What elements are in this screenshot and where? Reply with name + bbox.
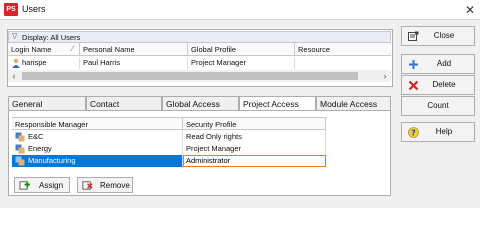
security-profile-cell: Read Only rights	[183, 131, 326, 143]
delete-label: Delete	[432, 80, 456, 89]
add-label: Add	[436, 59, 452, 68]
access-grid-header: Responsible Manager Security Profile	[12, 117, 326, 131]
scroll-right-icon[interactable]: ›	[379, 70, 391, 82]
tab-project-access[interactable]: Project Access	[239, 96, 316, 111]
security-profile-cell[interactable]: Administrator	[183, 155, 326, 167]
manager-cell: Energy	[12, 143, 183, 155]
security-profile-cell: Project Manager	[183, 143, 326, 155]
tab-module-access[interactable]: Module Access	[316, 96, 391, 110]
manager-name: E&C	[28, 132, 44, 141]
tab-contact[interactable]: Contact	[86, 96, 162, 110]
column-header-responsible-manager[interactable]: Responsible Manager	[12, 118, 183, 131]
column-header-resource[interactable]: Resource	[295, 43, 391, 56]
users-grid-header: Login Name ∕ Personal Name Global Profil…	[8, 43, 391, 56]
table-row[interactable]: harispe Paul Harris Project Manager	[8, 57, 391, 69]
assign-icon	[19, 181, 30, 190]
app-logo-icon: PS	[4, 3, 18, 16]
table-row[interactable]: Energy Project Manager	[12, 143, 326, 155]
column-header-personal-name[interactable]: Personal Name	[80, 43, 188, 56]
resource-cell	[295, 57, 391, 69]
tab-general[interactable]: General	[8, 96, 86, 110]
scrollbar-thumb[interactable]	[22, 72, 358, 80]
window-close-icon[interactable]: ✕	[462, 2, 478, 18]
global-profile-cell: Project Manager	[188, 57, 295, 69]
login-cell: harispe	[8, 57, 80, 69]
display-filter-bar[interactable]: ▽ Display: All Users	[8, 31, 391, 43]
help-button[interactable]: ? Help	[401, 122, 475, 142]
eps-node-icon	[15, 132, 25, 142]
manager-cell: E&C	[12, 131, 183, 143]
column-header-security-profile[interactable]: Security Profile	[183, 118, 326, 131]
table-row-selected[interactable]: Manufacturing Administrator	[12, 155, 326, 167]
assign-label: Assign	[39, 180, 64, 190]
column-header-global-profile[interactable]: Global Profile	[188, 43, 295, 56]
title-bar: PS Users ✕	[0, 0, 480, 20]
personal-name-cell: Paul Harris	[80, 57, 188, 69]
user-icon	[12, 58, 20, 68]
table-row[interactable]: E&C Read Only rights	[12, 131, 326, 143]
collapse-chevron-icon[interactable]: ▽	[12, 32, 17, 40]
remove-button[interactable]: Remove	[77, 177, 133, 193]
users-horizontal-scrollbar[interactable]: ‹ ›	[8, 70, 391, 82]
tab-global-access[interactable]: Global Access	[162, 96, 239, 110]
manager-name: Energy	[28, 144, 52, 153]
scroll-left-icon[interactable]: ‹	[8, 70, 20, 82]
login-name: harispe	[22, 58, 47, 67]
eps-node-icon	[15, 156, 25, 166]
assign-button[interactable]: Assign	[14, 177, 70, 193]
window-title: Users	[22, 4, 46, 14]
detail-tabs: General Contact Global Access Project Ac…	[8, 96, 391, 111]
count-button[interactable]: Count	[401, 96, 475, 116]
sort-indicator-icon: ∕	[72, 44, 74, 53]
column-header-login[interactable]: Login Name	[8, 43, 80, 56]
eps-node-icon	[15, 144, 25, 154]
delete-button[interactable]: Delete	[401, 75, 475, 95]
close-label: Close	[433, 31, 455, 40]
help-label: Help	[435, 127, 453, 136]
remove-icon	[82, 181, 93, 190]
remove-label: Remove	[100, 180, 130, 190]
count-label: Count	[427, 101, 449, 110]
manager-cell: Manufacturing	[12, 155, 183, 167]
close-button[interactable]: Close	[401, 26, 475, 46]
add-button[interactable]: Add	[401, 54, 475, 74]
manager-name: Manufacturing	[28, 156, 76, 165]
display-filter-label: Display: All Users	[22, 33, 81, 42]
